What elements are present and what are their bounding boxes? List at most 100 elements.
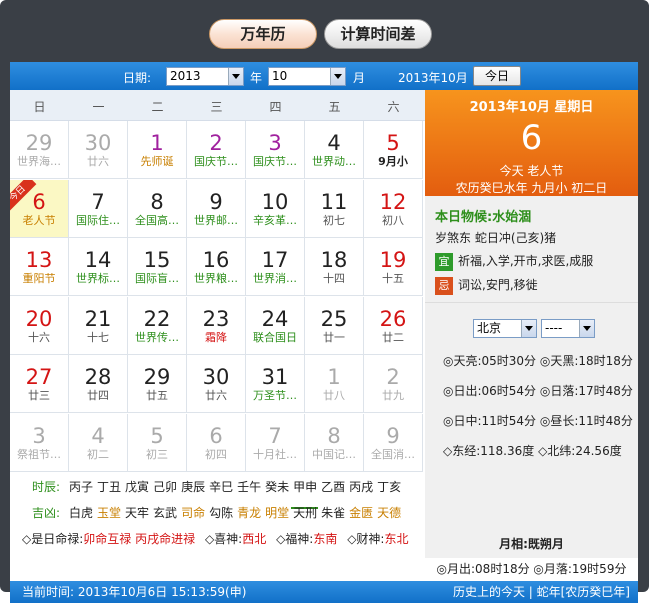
day-number: 4 <box>91 423 105 448</box>
weekday-6: 六 <box>387 100 400 114</box>
day-subtext: 国庆节… <box>253 155 297 168</box>
selected-lunar-date: 农历癸巳水年 九月小 初二日 <box>455 181 608 195</box>
chevron-down-icon[interactable] <box>579 320 594 337</box>
chevron-down-icon[interactable] <box>330 68 345 85</box>
day-cell[interactable]: 30 廿六 <box>69 121 128 179</box>
day-number: 1 <box>150 131 164 155</box>
top-tabs: 万年历 计算时间差 <box>0 0 649 62</box>
day-cell[interactable]: 2 廿九 <box>364 355 423 413</box>
day-cell[interactable]: 5 9月小 <box>364 121 423 179</box>
day-cell[interactable]: 1 廿八 <box>305 355 364 413</box>
tab-jisuan-shijiancha[interactable]: 计算时间差 <box>324 19 432 49</box>
day-cell[interactable]: 7 国际住… <box>69 179 128 238</box>
jixiong-item: 玄武 <box>153 506 178 520</box>
day-cell[interactable]: 29 世界海… <box>10 121 69 179</box>
day-number: 28 <box>84 365 112 389</box>
city-select[interactable]: 北京 <box>473 319 537 338</box>
day-number: 5 <box>386 131 400 155</box>
day-cell[interactable]: 12 初八 <box>364 179 423 238</box>
day-cell[interactable]: 5 初三 <box>128 413 187 472</box>
day-number: 17 <box>261 248 289 272</box>
day-number: 14 <box>84 248 112 272</box>
chevron-down-icon[interactable] <box>521 320 536 337</box>
day-number: 11 <box>320 189 348 214</box>
day-cell[interactable]: 23 霜降 <box>187 296 246 355</box>
jixiong-item: 白虎 <box>69 506 94 520</box>
yi-text: 祈福,入学,开市,求医,成服 <box>458 254 594 268</box>
day-cell[interactable]: 4 初二 <box>69 413 128 472</box>
jixiong-item: 玉堂 <box>97 506 122 520</box>
day-number: 5 <box>150 423 164 448</box>
day-cell[interactable]: 18 十四 <box>305 238 364 296</box>
day-cell[interactable]: 10 辛亥革… <box>246 179 305 238</box>
year-select[interactable]: 2013 <box>166 67 244 86</box>
day-cell[interactable]: 9 全国消… <box>364 413 423 472</box>
day-subtext: 廿六 <box>87 155 109 168</box>
day-number: 2 <box>386 365 400 389</box>
minglu-value: 卯命互禄 丙戌命进禄 <box>83 532 196 546</box>
day-cell[interactable]: 26 廿二 <box>364 296 423 355</box>
jixiong-row: 吉凶: 白虎 玉堂 天牢 玄武 司命 勾陈 青龙 明堂 天刑 朱雀 金匮 天德 <box>10 503 425 523</box>
day-cell[interactable]: 21 十七 <box>69 296 128 355</box>
weekday-1: 一 <box>92 100 105 114</box>
richu-text: ◎日出:06时54分 ◎日落:17时48分 <box>443 384 633 398</box>
chevron-down-icon[interactable] <box>228 68 243 85</box>
day-cell[interactable]: 2 国庆节… <box>187 121 246 179</box>
weekday-2: 二 <box>151 100 164 114</box>
day-cell[interactable]: 1 先师诞 <box>128 121 187 179</box>
tianliang-text: ◎天亮:05时30分 ◎天黑:18时18分 <box>443 354 633 368</box>
day-number: 2 <box>209 131 223 155</box>
suisha-text: 岁煞东 蛇日冲(己亥)猪 <box>435 231 557 245</box>
jixiong-label: 吉凶: <box>32 506 61 520</box>
day-cell[interactable]: 17 世界消… <box>246 238 305 296</box>
day-cell[interactable]: 30 廿六 <box>187 355 246 413</box>
month-select[interactable]: 10 <box>268 67 346 86</box>
fushen-label: ◇福神: <box>276 532 314 546</box>
shenwei-row: ◇是日命禄:卯命互禄 丙戌命进禄 ◇喜神:西北 ◇福神:东南 ◇财神:东北 <box>22 529 437 549</box>
day-subtext: 世界邮… <box>194 213 238 227</box>
day-cell[interactable]: 6 老人节 今日 <box>10 179 69 238</box>
date-toolbar: 日期: 2013 年 10 月 2013年10月 今日 <box>10 62 638 90</box>
day-number: 10 <box>261 189 289 214</box>
day-cell[interactable]: 14 世界标… <box>69 238 128 296</box>
day-number: 19 <box>379 248 407 272</box>
day-cell[interactable]: 29 廿五 <box>128 355 187 413</box>
day-cell[interactable]: 27 廿三 <box>10 355 69 413</box>
divider <box>425 302 638 303</box>
moon-phase: 月相:既朔月 <box>499 537 564 551</box>
day-cell[interactable]: 20 十六 <box>10 296 69 355</box>
day-cell[interactable]: 6 初四 <box>187 413 246 472</box>
tab-wannianli[interactable]: 万年历 <box>209 19 317 49</box>
day-cell[interactable]: 3 国庆节… <box>246 121 305 179</box>
day-cell[interactable]: 9 世界邮… <box>187 179 246 238</box>
today-button[interactable]: 今日 <box>473 66 521 86</box>
day-cell[interactable]: 8 中国记… <box>305 413 364 472</box>
day-number: 8 <box>327 423 341 448</box>
day-cell[interactable]: 4 世界动… <box>305 121 364 179</box>
day-cell[interactable]: 28 廿四 <box>69 355 128 413</box>
day-number: 21 <box>84 306 112 331</box>
day-cell[interactable]: 19 十五 <box>364 238 423 296</box>
day-cell[interactable]: 31 万圣节… <box>246 355 305 413</box>
xishen-value: 西北 <box>242 532 267 546</box>
shichen-item: 丙戌 <box>349 480 374 494</box>
jixiong-item: 天牢 <box>125 506 150 520</box>
district-select[interactable]: ---- <box>541 319 595 338</box>
day-subtext: 世界粮… <box>194 272 238 285</box>
day-cell[interactable]: 13 重阳节 <box>10 238 69 296</box>
day-cell[interactable]: 3 祭祖节… <box>10 413 69 472</box>
day-cell[interactable]: 25 廿一 <box>305 296 364 355</box>
day-cell[interactable]: 8 全国高… <box>128 179 187 238</box>
jixiong-item: 青龙 <box>237 506 262 520</box>
day-cell[interactable]: 15 国际盲… <box>128 238 187 296</box>
day-cell[interactable]: 16 世界粮… <box>187 238 246 296</box>
day-cell[interactable]: 22 世界传… <box>128 296 187 355</box>
day-number: 18 <box>320 248 348 272</box>
day-cell[interactable]: 24 联合国日 <box>246 296 305 355</box>
day-cell[interactable]: 7 十月社… <box>246 413 305 472</box>
ji-row: 忌词讼,安門,移徙 <box>435 276 635 295</box>
day-subtext: 廿六 <box>205 389 227 402</box>
day-cell[interactable]: 11 初七 <box>305 179 364 238</box>
day-subtext: 联合国日 <box>253 330 297 344</box>
rizhong-text: ◎日中:11时54分 ◎昼长:11时48分 <box>443 414 633 428</box>
